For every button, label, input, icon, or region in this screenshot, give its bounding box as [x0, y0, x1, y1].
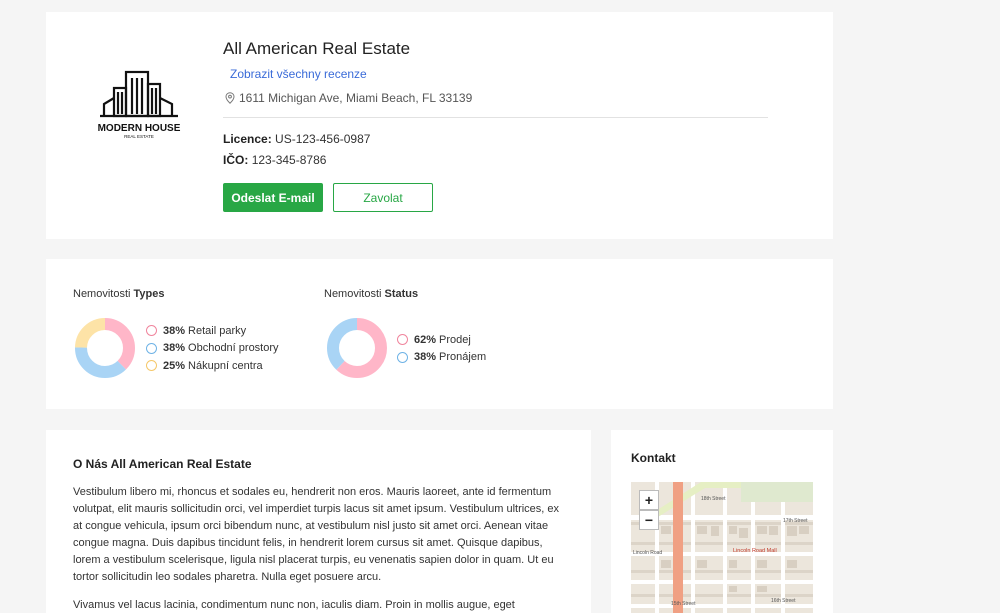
map-label-16th: 16th Street [771, 598, 796, 604]
status-legend-label: Pronájem [439, 351, 487, 364]
status-legend-percent: 62% [414, 333, 437, 346]
status-donut-chart [327, 318, 387, 378]
about-paragraph-2: Vivamus vel lacus lacinia, condimentum n… [73, 599, 515, 611]
map-zoom-out-button[interactable]: − [639, 510, 659, 530]
types-legend-percent: 38% [163, 342, 186, 355]
logo-tagline: REAL ESTATE [124, 134, 154, 139]
call-button[interactable]: Zavolat [333, 183, 433, 212]
map-label-lincoln-road: Lincoln Road [633, 550, 662, 556]
status-title: Nemovitosti Status [324, 288, 418, 300]
reviews-link[interactable]: Zobrazit všechny recenze [230, 67, 367, 81]
status-legend-dot-icon [397, 334, 408, 346]
types-title-prefix: Nemovitosti [73, 288, 131, 300]
status-legend-percent: 38% [414, 351, 437, 364]
agency-logo: MODERN HOUSE REAL ESTATE [98, 70, 181, 139]
map-label-18th: 18th Street [701, 496, 726, 502]
address: 1611 Michigan Ave, Miami Beach, FL 33139 [225, 91, 472, 105]
types-legend-percent: 38% [163, 324, 186, 337]
about-paragraph-1: Vestibulum libero mi, rhoncus et sodales… [73, 486, 560, 583]
map-label-15th: 15th Street [671, 601, 696, 607]
ico-line: IČO: 123-345-8786 [223, 153, 326, 167]
status-title-prefix: Nemovitosti [324, 288, 382, 300]
map-zoom-in-button[interactable]: + [639, 490, 659, 510]
status-title-bold: Status [384, 288, 419, 300]
status-legend-dot-icon [397, 351, 408, 363]
types-title-bold: Types [133, 288, 165, 300]
licence-label: Licence: [223, 132, 272, 146]
contact-card: Kontakt 18th Street 17th Street 16th Str… [611, 430, 833, 613]
agency-name: All American Real Estate [223, 39, 411, 58]
status-legend-item: 38% Pronájem [397, 349, 486, 367]
types-legend-item: 38% Retail parky [146, 322, 279, 340]
types-legend-dot-icon [146, 325, 157, 337]
map-label-17th: 17th Street [783, 518, 808, 524]
types-legend-dot-icon [146, 342, 157, 354]
ico-label: IČO: [223, 153, 249, 167]
about-title: O Nás All American Real Estate [73, 457, 252, 471]
location-pin-icon [225, 92, 235, 104]
send-email-button[interactable]: Odeslat E-mail [223, 183, 323, 212]
divider [223, 117, 768, 118]
types-legend-label: Obchodní prostory [188, 342, 279, 355]
types-legend-item: 25% Nákupní centra [146, 357, 279, 375]
map[interactable]: 18th Street 17th Street 16th Street 15th… [631, 482, 813, 613]
contact-title: Kontakt [631, 451, 676, 465]
map-label-lincoln-mall: Lincoln Road Mall [733, 548, 777, 554]
types-legend-label: Nákupní centra [188, 359, 263, 372]
types-legend-percent: 25% [163, 359, 186, 372]
logo-name: MODERN HOUSE [98, 123, 181, 134]
types-legend-dot-icon [146, 360, 157, 372]
building-icon [100, 70, 178, 118]
status-legend-item: 62% Prodej [397, 331, 486, 349]
status-legend-label: Prodej [439, 333, 471, 346]
stats-card: Nemovitosti Types 38% Retail parky 38% Obch… [46, 259, 833, 409]
address-text: 1611 Michigan Ave, Miami Beach, FL 33139 [239, 91, 473, 105]
types-legend-label: Retail parky [188, 324, 247, 337]
about-card: O Nás All American Real Estate Vestibulu… [46, 430, 591, 613]
types-legend-item: 38% Obchodní prostory [146, 340, 279, 358]
types-title: Nemovitosti Types [73, 288, 165, 300]
agency-card: MODERN HOUSE REAL ESTATE All American Re… [46, 12, 833, 239]
types-donut-chart [75, 318, 135, 378]
ico-value: 123-345-8786 [251, 153, 327, 167]
types-legend: 38% Retail parky 38% Obchodní prostory 25% Ná… [146, 322, 279, 375]
status-legend: 62% Prodej 38% Pronájem [397, 331, 486, 366]
licence-value: US-123-456-0987 [275, 132, 371, 146]
licence-line: Licence: US-123-456-0987 [223, 132, 370, 146]
